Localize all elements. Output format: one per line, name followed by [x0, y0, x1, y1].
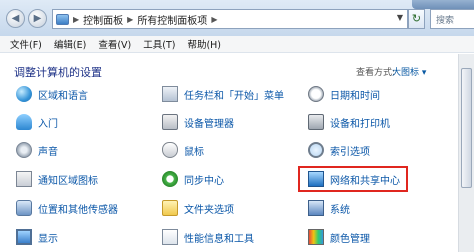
scrollbar-thumb[interactable] — [461, 68, 472, 188]
mouse-icon — [162, 142, 178, 158]
address-dropdown-icon[interactable]: ▼ — [397, 13, 403, 22]
item-label: 设备和打印机 — [330, 118, 390, 130]
item-label: 入门 — [38, 118, 58, 130]
item-label: 声音 — [38, 146, 58, 158]
item-system[interactable]: 系统 — [308, 198, 350, 218]
item-sync-center[interactable]: 同步中心 — [162, 169, 224, 189]
folder-icon — [162, 200, 178, 216]
item-label: 日期和时间 — [330, 90, 380, 102]
printer-icon — [308, 114, 324, 130]
performance-icon — [162, 229, 178, 245]
control-panel-icon — [56, 13, 69, 25]
clock-icon — [308, 86, 324, 102]
color-icon — [308, 229, 324, 245]
search-index-icon — [308, 142, 324, 158]
back-button[interactable]: ◀ — [6, 9, 25, 28]
item-label: 通知区域图标 — [38, 175, 98, 187]
item-sound[interactable]: 声音 — [16, 140, 58, 160]
globe-icon — [16, 86, 32, 102]
vertical-scrollbar[interactable] — [458, 54, 474, 252]
item-label: 性能信息和工具 — [184, 233, 254, 245]
menu-help[interactable]: 帮助(H) — [181, 37, 227, 51]
system-icon — [308, 200, 324, 216]
item-label: 任务栏和「开始」菜单 — [184, 90, 284, 102]
item-label: 同步中心 — [184, 175, 224, 187]
search-input[interactable]: 搜索 — [430, 9, 474, 29]
item-label: 索引选项 — [330, 146, 370, 158]
breadcrumb-separator-icon: ▶ — [211, 14, 218, 24]
item-display[interactable]: 显示 — [16, 227, 58, 247]
item-label: 系统 — [330, 204, 350, 216]
breadcrumb-control-panel[interactable]: 控制面板 — [83, 12, 123, 27]
item-date-time[interactable]: 日期和时间 — [308, 84, 380, 104]
item-device-manager[interactable]: 设备管理器 — [162, 112, 234, 132]
item-taskbar-start-menu[interactable]: 任务栏和「开始」菜单 — [162, 84, 284, 104]
view-by-dropdown[interactable]: 大图标 ▾ — [392, 65, 426, 78]
taskbar-icon — [162, 86, 178, 102]
menu-edit[interactable]: 编辑(E) — [48, 37, 92, 51]
item-label: 位置和其他传感器 — [38, 204, 118, 216]
refresh-button[interactable]: ↻ — [408, 9, 425, 29]
sync-icon — [162, 171, 178, 187]
highlight-box — [298, 166, 408, 192]
breadcrumb-all-items[interactable]: 所有控制面板项 — [137, 12, 207, 27]
item-mouse[interactable]: 鼠标 — [162, 140, 204, 160]
menu-bar: 文件(F) 编辑(E) 查看(V) 工具(T) 帮助(H) — [0, 36, 474, 53]
item-label: 区域和语言 — [38, 90, 88, 102]
breadcrumb-separator-icon: ▶ — [73, 14, 80, 24]
item-label: 颜色管理 — [330, 233, 370, 245]
item-devices-printers[interactable]: 设备和打印机 — [308, 112, 390, 132]
breadcrumb-separator-icon: ▶ — [127, 14, 134, 24]
item-label: 显示 — [38, 233, 58, 245]
item-location-sensors[interactable]: 位置和其他传感器 — [16, 198, 118, 218]
menu-tools[interactable]: 工具(T) — [137, 37, 181, 51]
view-by-label: 查看方式: — [356, 68, 396, 78]
control-panel-content: 调整计算机的设置 查看方式: 大图标 ▾ 区域和语言 入门 声音 通知区域图标 … — [0, 54, 474, 252]
item-indexing-options[interactable]: 索引选项 — [308, 140, 370, 160]
menu-view[interactable]: 查看(V) — [92, 37, 137, 51]
address-box[interactable]: ▶ 控制面板 ▶ 所有控制面板项 ▶ ▼ — [52, 9, 408, 29]
item-performance[interactable]: 性能信息和工具 — [162, 227, 254, 247]
item-notification-icons[interactable]: 通知区域图标 — [16, 169, 98, 189]
address-bar: ◀ ▶ ▶ 控制面板 ▶ 所有控制面板项 ▶ ▼ ↻ 搜索 — [0, 0, 474, 36]
forward-button[interactable]: ▶ — [28, 9, 47, 28]
item-color-management[interactable]: 颜色管理 — [308, 227, 370, 247]
page-title: 调整计算机的设置 — [14, 66, 102, 79]
device-manager-icon — [162, 114, 178, 130]
tray-icon — [16, 171, 32, 187]
item-region-language[interactable]: 区域和语言 — [16, 84, 88, 104]
people-icon — [16, 114, 32, 130]
item-getting-started[interactable]: 入门 — [16, 112, 58, 132]
item-label: 文件夹选项 — [184, 204, 234, 216]
item-folder-options[interactable]: 文件夹选项 — [162, 198, 234, 218]
window-controls[interactable] — [412, 0, 474, 9]
sensor-icon — [16, 200, 32, 216]
menu-file[interactable]: 文件(F) — [4, 37, 48, 51]
item-label: 鼠标 — [184, 146, 204, 158]
monitor-icon — [16, 229, 32, 245]
item-label: 设备管理器 — [184, 118, 234, 130]
speaker-icon — [16, 142, 32, 158]
